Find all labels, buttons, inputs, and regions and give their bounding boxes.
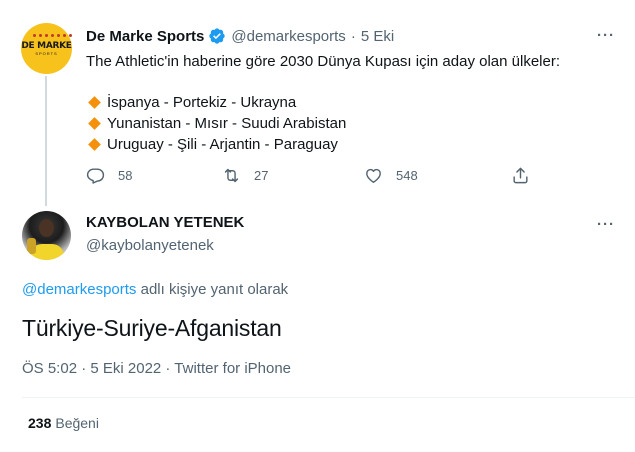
more-options-icon[interactable]: ··· (597, 216, 615, 233)
tweet-actions: 58 27 548 (0, 166, 635, 188)
avatar-logo-subtext: SPORTS (35, 51, 58, 56)
likes-count: 238 (28, 415, 52, 431)
tweet-meta[interactable]: ÖS 5:02 · 5 Eki 2022 · Twitter for iPhon… (22, 360, 291, 377)
list-item-text: İspanya - Portekiz - Ukrayna (107, 94, 297, 111)
retweet-count: 27 (254, 168, 269, 183)
reply-icon (86, 168, 105, 184)
likes-label: Beğeni (55, 415, 99, 431)
tweet-text: The Athletic'in haberine göre 2030 Dünya… (86, 53, 561, 70)
heart-icon (366, 168, 381, 183)
author-name[interactable]: De Marke Sports (86, 28, 204, 45)
like-count: 548 (396, 168, 418, 183)
reply-button[interactable]: 58 (86, 166, 132, 185)
retweet-button[interactable]: 27 (222, 166, 268, 185)
author-handle[interactable]: @demarkesports (231, 28, 345, 45)
orange-diamond-icon (88, 96, 101, 109)
country-list: İspanya - Portekiz - Ukrayna Yunanistan … (86, 92, 346, 155)
retweet-icon (224, 168, 239, 183)
list-item: İspanya - Portekiz - Ukrayna (86, 92, 346, 113)
orange-diamond-icon (88, 117, 101, 130)
more-options-icon[interactable]: ··· (597, 27, 615, 44)
tweet-header: De Marke Sports @demarkesports · 5 Eki (86, 27, 394, 45)
tweet-text: Türkiye-Suriye-Afganistan (22, 315, 282, 341)
orange-diamond-icon (88, 138, 101, 151)
trophy-icon (27, 238, 36, 254)
replying-to: @demarkesports adlı kişiye yanıt olarak (22, 281, 288, 298)
share-icon (513, 167, 528, 184)
like-button[interactable]: 548 (364, 166, 418, 185)
avatar[interactable] (22, 211, 71, 260)
logo-dots (33, 34, 72, 37)
reply-to-label: adlı kişiye yanıt olarak (136, 281, 289, 298)
avatar-logo-text: DE MARKE (21, 41, 72, 51)
tweet-date[interactable]: 5 Eki (361, 28, 394, 45)
list-item-text: Yunanistan - Mısır - Suudi Arabistan (107, 115, 347, 132)
author-handle[interactable]: @kaybolanyetenek (86, 237, 214, 254)
author-name[interactable]: KAYBOLAN YETENEK (86, 214, 244, 231)
reply-count: 58 (118, 168, 133, 183)
share-button[interactable] (511, 166, 530, 185)
avatar[interactable]: DE MARKE SPORTS (21, 23, 72, 74)
list-item: Uruguay - Şili - Arjantin - Paraguay (86, 134, 346, 155)
separator: · (350, 27, 356, 45)
list-item: Yunanistan - Mısır - Suudi Arabistan (86, 113, 346, 134)
reply-mention-link[interactable]: @demarkesports (22, 281, 136, 298)
likes-summary[interactable]: 238 Beğeni (28, 415, 99, 431)
list-item-text: Uruguay - Şili - Arjantin - Paraguay (107, 136, 338, 153)
verified-badge-icon (209, 28, 226, 44)
divider (22, 397, 635, 398)
